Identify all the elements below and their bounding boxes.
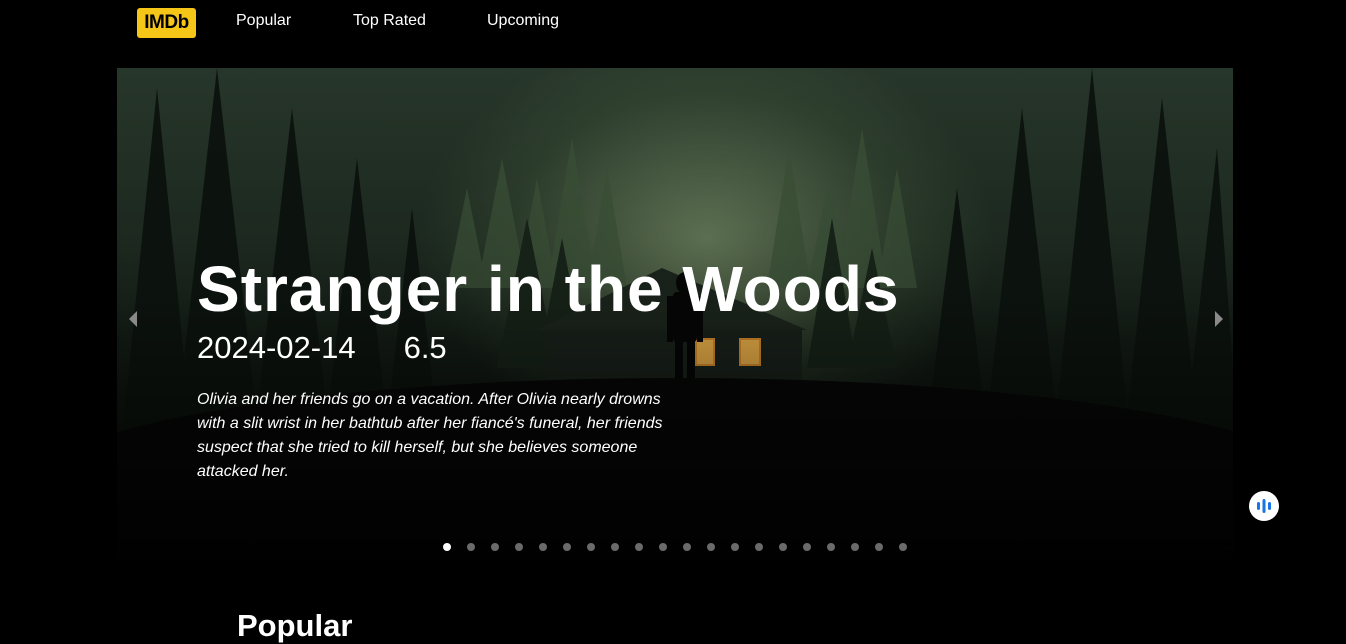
carousel-dot[interactable] <box>755 543 763 551</box>
carousel-dot[interactable] <box>875 543 883 551</box>
hero-meta: 2024-02-14 6.5 <box>197 330 447 366</box>
popular-section-heading: Popular <box>237 608 353 643</box>
release-date: 2024-02-14 <box>197 330 356 365</box>
nav-top-rated-link[interactable]: Top Rated <box>353 12 426 30</box>
voice-bars-icon <box>1257 499 1271 513</box>
voice-assistant-button[interactable] <box>1249 491 1279 521</box>
nav-upcoming-link[interactable]: Upcoming <box>487 12 559 30</box>
carousel-dot[interactable] <box>587 543 595 551</box>
carousel-next-button[interactable] <box>1212 310 1226 328</box>
carousel-dot[interactable] <box>659 543 667 551</box>
chevron-right-icon <box>1215 311 1223 327</box>
carousel-dot[interactable] <box>443 543 451 551</box>
carousel-dot[interactable] <box>467 543 475 551</box>
hero-movie-description: Olivia and her friends go on a vacation.… <box>197 391 663 480</box>
carousel-prev-button[interactable] <box>126 310 140 328</box>
carousel-dot[interactable] <box>563 543 571 551</box>
carousel-dot[interactable] <box>611 543 619 551</box>
top-navbar: IMDb Popular Top Rated Upcoming <box>0 0 1346 46</box>
carousel-dot[interactable] <box>731 543 739 551</box>
hero-banner[interactable]: Stranger in the Woods 2024-02-14 6.5 Oli… <box>117 68 1233 560</box>
carousel-dot[interactable] <box>707 543 715 551</box>
rating: 6.5 <box>403 330 447 365</box>
carousel-dot[interactable] <box>491 543 499 551</box>
carousel-dot[interactable] <box>851 543 859 551</box>
carousel-dot[interactable] <box>515 543 523 551</box>
hero-movie-title: Stranger in the Woods <box>197 253 900 325</box>
chevron-left-icon <box>129 311 137 327</box>
carousel-dot[interactable] <box>539 543 547 551</box>
carousel-dot[interactable] <box>779 543 787 551</box>
carousel-dots <box>443 543 907 551</box>
carousel-dot[interactable] <box>683 543 691 551</box>
nav-popular-link[interactable]: Popular <box>236 12 291 30</box>
imdb-logo[interactable]: IMDb <box>137 8 196 38</box>
carousel-dot[interactable] <box>635 543 643 551</box>
carousel-dot[interactable] <box>827 543 835 551</box>
carousel-dot[interactable] <box>899 543 907 551</box>
carousel-dot[interactable] <box>803 543 811 551</box>
